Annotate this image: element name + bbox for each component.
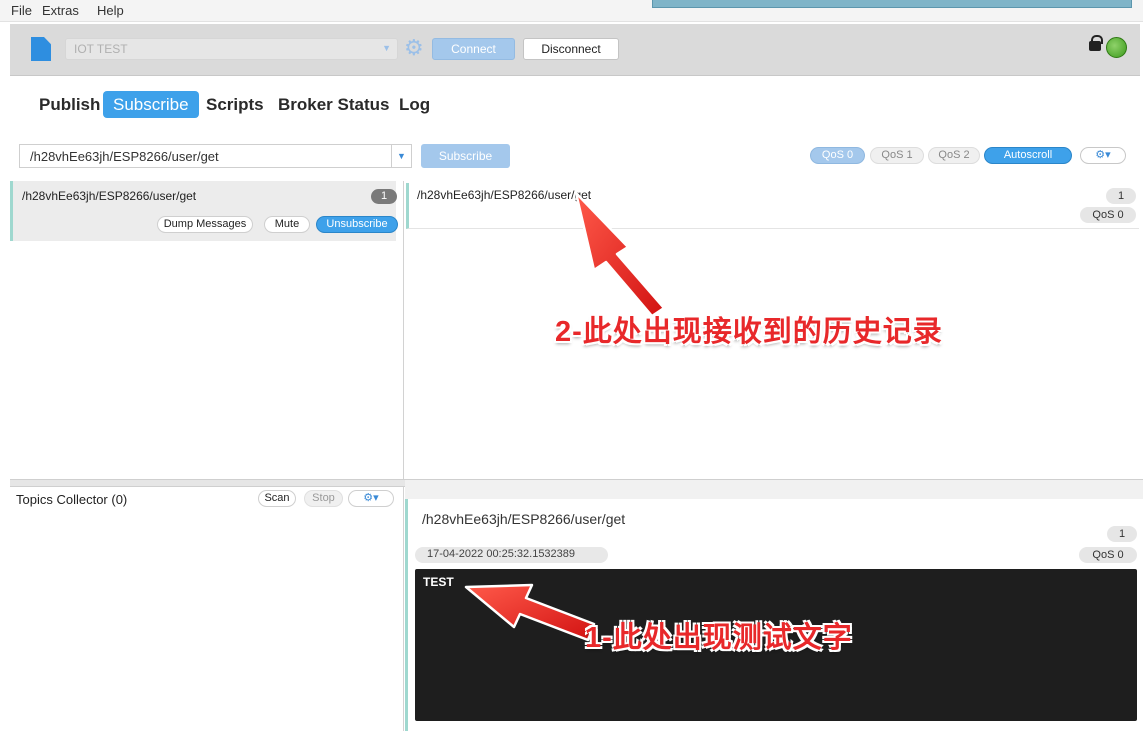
history-annotation: 2-此处出现接收到的历史记录 — [555, 316, 943, 348]
test-text-annotation: 1-此处出现测试文字 — [585, 622, 853, 654]
payload-arrow — [464, 583, 596, 642]
annotation-overlay — [464, 191, 666, 642]
history-arrow — [574, 191, 666, 318]
